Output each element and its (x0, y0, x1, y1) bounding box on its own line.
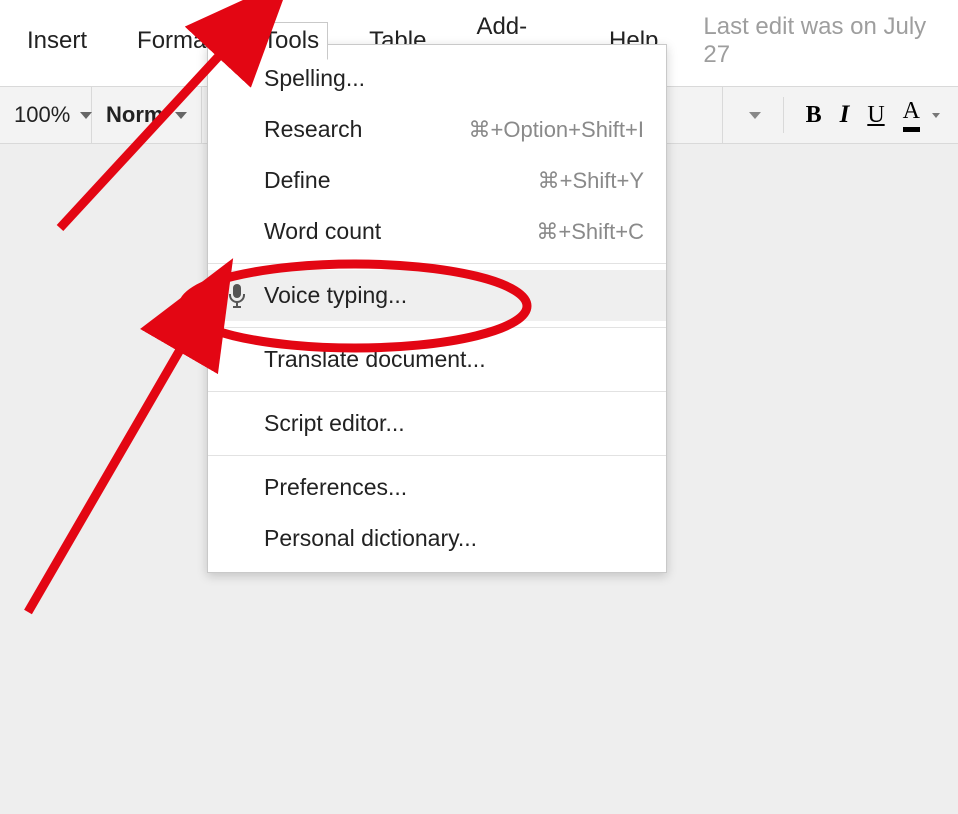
paragraph-style-select[interactable]: Norm (92, 87, 202, 143)
underline-button[interactable]: U (867, 102, 884, 129)
italic-button[interactable]: I (840, 101, 850, 129)
menu-item-label: Voice typing... (264, 282, 407, 309)
menu-item-spelling[interactable]: Spelling... (208, 53, 666, 104)
divider (208, 327, 666, 328)
menu-item-voice-typing[interactable]: Voice typing... (208, 270, 666, 321)
zoom-select[interactable]: 100% (0, 87, 92, 143)
chevron-down-icon (80, 112, 92, 119)
zoom-value: 100% (14, 102, 70, 128)
menu-item-label: Research (264, 116, 362, 143)
menu-insert[interactable]: Insert (18, 22, 96, 60)
divider (208, 455, 666, 456)
tools-dropdown: Spelling... Research ⌘+Option+Shift+I De… (207, 44, 667, 573)
chevron-down-icon[interactable] (932, 113, 940, 118)
last-edit-status: Last edit was on July 27 (703, 13, 940, 69)
paragraph-style-value: Norm (106, 102, 163, 128)
divider (783, 97, 784, 133)
menu-item-word-count[interactable]: Word count ⌘+Shift+C (208, 206, 666, 257)
menu-item-label: Word count (264, 218, 381, 245)
menu-item-label: Define (264, 167, 330, 194)
text-color-button[interactable]: A (903, 98, 920, 132)
menu-tools[interactable]: Tools (254, 22, 328, 60)
menu-item-script-editor[interactable]: Script editor... (208, 398, 666, 449)
menu-item-shortcut: ⌘+Option+Shift+I (469, 117, 645, 143)
format-buttons: B I U A (722, 87, 958, 143)
menu-item-personal-dictionary[interactable]: Personal dictionary... (208, 513, 666, 564)
menu-item-define[interactable]: Define ⌘+Shift+Y (208, 155, 666, 206)
menu-item-preferences[interactable]: Preferences... (208, 462, 666, 513)
chevron-down-icon[interactable] (749, 112, 761, 119)
chevron-down-icon (175, 112, 187, 119)
microphone-icon (224, 283, 250, 309)
menu-item-shortcut: ⌘+Shift+Y (538, 168, 644, 194)
menu-item-shortcut: ⌘+Shift+C (536, 219, 644, 245)
divider (208, 391, 666, 392)
menu-item-research[interactable]: Research ⌘+Option+Shift+I (208, 104, 666, 155)
menu-item-label: Preferences... (264, 474, 407, 501)
menu-item-label: Translate document... (264, 346, 486, 373)
menu-item-label: Script editor... (264, 410, 405, 437)
bold-button[interactable]: B (806, 102, 822, 129)
menu-item-label: Personal dictionary... (264, 525, 477, 552)
menu-item-translate[interactable]: Translate document... (208, 334, 666, 385)
menu-item-label: Spelling... (264, 65, 365, 92)
divider (208, 263, 666, 264)
